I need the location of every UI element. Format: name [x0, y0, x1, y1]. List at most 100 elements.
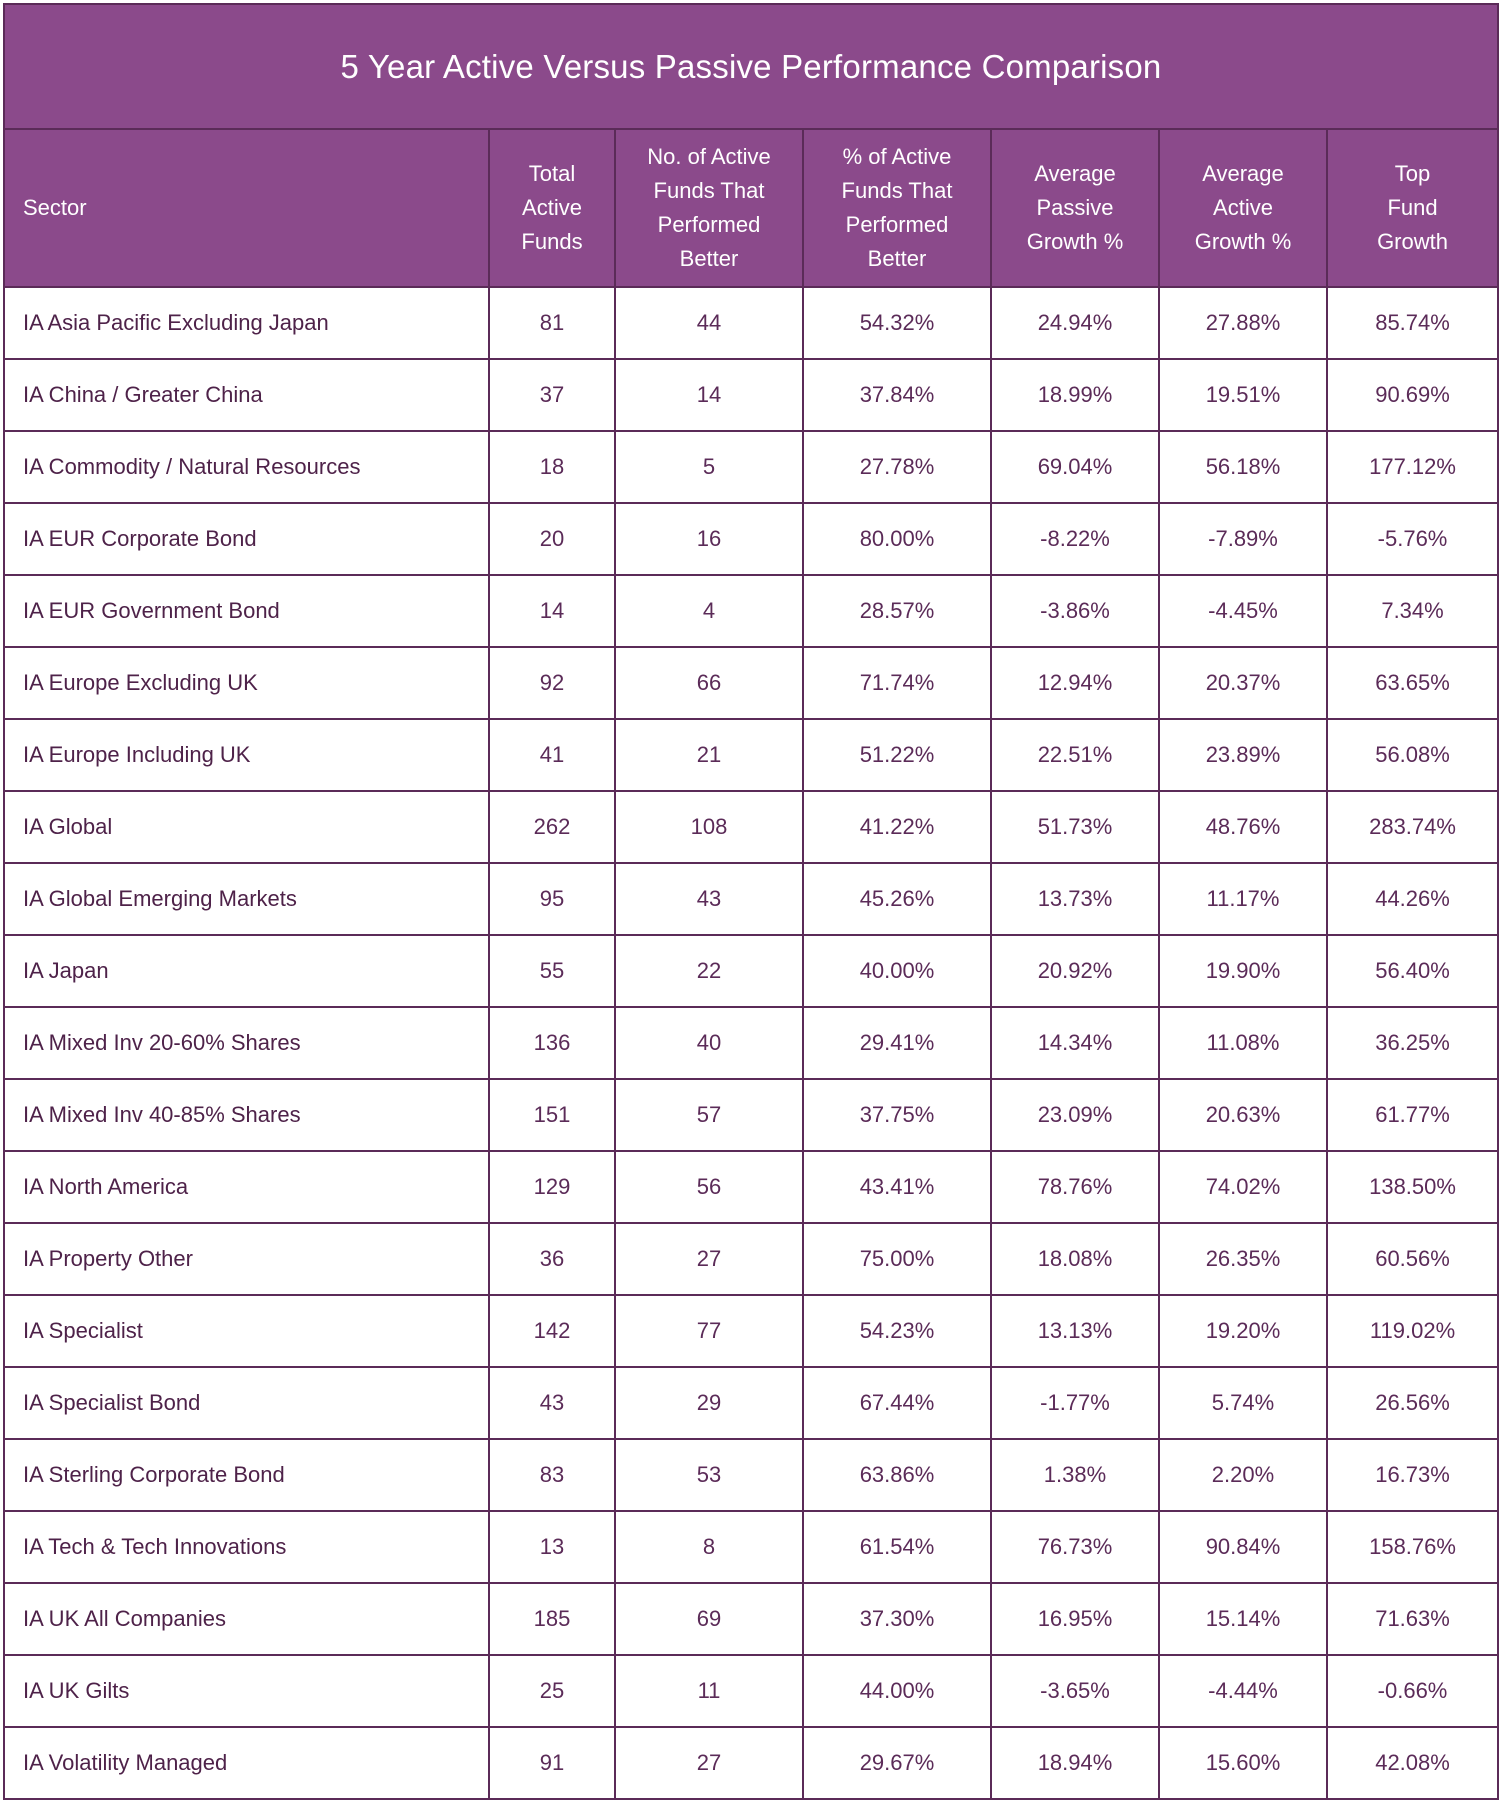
cell-pct-active-funds-better: 27.78%	[802, 430, 992, 504]
cell-total-active-funds: 13	[488, 1510, 616, 1584]
cell-avg-passive-growth: 18.94%	[990, 1726, 1160, 1800]
cell-total-active-funds: 25	[488, 1654, 616, 1728]
cell-no-active-funds-better: 4	[614, 574, 804, 648]
cell-sector: IA North America	[3, 1150, 490, 1224]
cell-avg-active-growth: 11.17%	[1158, 862, 1328, 936]
cell-avg-active-growth: 15.14%	[1158, 1582, 1328, 1656]
cell-no-active-funds-better: 22	[614, 934, 804, 1008]
cell-pct-active-funds-better: 41.22%	[802, 790, 992, 864]
cell-pct-active-funds-better: 40.00%	[802, 934, 992, 1008]
cell-top-fund-growth: 7.34%	[1325, 574, 1500, 648]
cell-pct-active-funds-better: 63.86%	[802, 1438, 992, 1512]
cell-pct-active-funds-better: 54.32%	[802, 286, 992, 360]
cell-pct-active-funds-better: 67.44%	[802, 1366, 992, 1440]
cell-sector: IA Global	[3, 790, 490, 864]
cell-total-active-funds: 136	[488, 1006, 616, 1080]
table-row: IA UK Gilts 25 11 44.00% -3.65% -4.44% -0.66%	[3, 1654, 1500, 1728]
cell-top-fund-growth: -0.66%	[1325, 1654, 1500, 1728]
cell-total-active-funds: 91	[488, 1726, 616, 1800]
cell-total-active-funds: 92	[488, 646, 616, 720]
cell-top-fund-growth: 16.73%	[1325, 1438, 1500, 1512]
cell-sector: IA Property Other	[3, 1222, 490, 1296]
cell-sector: IA Mixed Inv 40-85% Shares	[3, 1078, 490, 1152]
cell-avg-active-growth: 5.74%	[1158, 1366, 1328, 1440]
cell-no-active-funds-better: 5	[614, 430, 804, 504]
cell-no-active-funds-better: 69	[614, 1582, 804, 1656]
cell-total-active-funds: 14	[488, 574, 616, 648]
cell-sector: IA Tech & Tech Innovations	[3, 1510, 490, 1584]
cell-no-active-funds-better: 27	[614, 1222, 804, 1296]
column-header-line: Passive	[1036, 195, 1114, 220]
cell-avg-active-growth: 2.20%	[1158, 1438, 1328, 1512]
cell-avg-passive-growth: 51.73%	[990, 790, 1160, 864]
cell-top-fund-growth: 44.26%	[1325, 862, 1500, 936]
table-row: IA China / Greater China 37 14 37.84% 18.99%…	[3, 358, 1500, 432]
cell-avg-active-growth: 15.60%	[1158, 1726, 1328, 1800]
column-header-top-fund-growth: Top Fund Growth	[1325, 128, 1500, 288]
table-row: IA Europe Including UK 41 21 51.22% 22.51% 23…	[3, 718, 1500, 792]
cell-pct-active-funds-better: 43.41%	[802, 1150, 992, 1224]
column-header-line: % of Active	[842, 144, 952, 169]
cell-top-fund-growth: 56.08%	[1325, 718, 1500, 792]
table-row: IA Global Emerging Markets 95 43 45.26% 13.7…	[3, 862, 1500, 936]
cell-avg-passive-growth: 13.73%	[990, 862, 1160, 936]
cell-avg-passive-growth: 76.73%	[990, 1510, 1160, 1584]
cell-avg-active-growth: 19.20%	[1158, 1294, 1328, 1368]
cell-sector: IA Specialist Bond	[3, 1366, 490, 1440]
cell-sector: IA China / Greater China	[3, 358, 490, 432]
cell-pct-active-funds-better: 71.74%	[802, 646, 992, 720]
cell-total-active-funds: 262	[488, 790, 616, 864]
column-header-line: Active	[1213, 195, 1273, 220]
cell-pct-active-funds-better: 28.57%	[802, 574, 992, 648]
cell-total-active-funds: 83	[488, 1438, 616, 1512]
column-header-row: Sector Total Active Funds No. of Active Funds…	[3, 128, 1500, 288]
table-row: IA Asia Pacific Excluding Japan 81 44 54.32…	[3, 286, 1500, 360]
cell-avg-active-growth: 19.51%	[1158, 358, 1328, 432]
cell-avg-passive-growth: 14.34%	[990, 1006, 1160, 1080]
cell-total-active-funds: 43	[488, 1366, 616, 1440]
cell-top-fund-growth: 63.65%	[1325, 646, 1500, 720]
table-row: IA Mixed Inv 40-85% Shares 151 57 37.75% 23.…	[3, 1078, 1500, 1152]
performance-comparison-table: 5 Year Active Versus Passive Performance…	[2, 3, 1500, 1800]
cell-total-active-funds: 55	[488, 934, 616, 1008]
cell-sector: IA EUR Government Bond	[3, 574, 490, 648]
cell-top-fund-growth: 177.12%	[1325, 430, 1500, 504]
cell-avg-active-growth: 11.08%	[1158, 1006, 1328, 1080]
cell-top-fund-growth: 283.74%	[1325, 790, 1500, 864]
cell-avg-passive-growth: -3.65%	[990, 1654, 1160, 1728]
cell-no-active-funds-better: 21	[614, 718, 804, 792]
cell-total-active-funds: 185	[488, 1582, 616, 1656]
table-body: IA Asia Pacific Excluding Japan 81 44 54.32…	[3, 286, 1500, 1800]
cell-sector: IA Europe Excluding UK	[3, 646, 490, 720]
column-header-line: Better	[679, 246, 739, 271]
column-header-line: Better	[867, 246, 927, 271]
table-row: IA UK All Companies 185 69 37.30% 16.95% 15.1…	[3, 1582, 1500, 1656]
column-header-line: Funds That	[841, 178, 953, 203]
table-row: IA Specialist 142 77 54.23% 13.13% 19.20% 119.…	[3, 1294, 1500, 1368]
cell-no-active-funds-better: 40	[614, 1006, 804, 1080]
column-header-line: Performed	[657, 212, 761, 237]
cell-avg-passive-growth: -1.77%	[990, 1366, 1160, 1440]
cell-avg-active-growth: 27.88%	[1158, 286, 1328, 360]
cell-no-active-funds-better: 108	[614, 790, 804, 864]
cell-top-fund-growth: 119.02%	[1325, 1294, 1500, 1368]
cell-avg-passive-growth: 78.76%	[990, 1150, 1160, 1224]
cell-total-active-funds: 142	[488, 1294, 616, 1368]
cell-avg-active-growth: 74.02%	[1158, 1150, 1328, 1224]
cell-no-active-funds-better: 16	[614, 502, 804, 576]
cell-pct-active-funds-better: 80.00%	[802, 502, 992, 576]
cell-avg-passive-growth: -3.86%	[990, 574, 1160, 648]
column-header-avg-passive-growth: Average Passive Growth %	[990, 128, 1160, 288]
cell-sector: IA Commodity / Natural Resources	[3, 430, 490, 504]
cell-top-fund-growth: 42.08%	[1325, 1726, 1500, 1800]
cell-total-active-funds: 41	[488, 718, 616, 792]
cell-no-active-funds-better: 56	[614, 1150, 804, 1224]
table-row: IA Europe Excluding UK 92 66 71.74% 12.94% 20…	[3, 646, 1500, 720]
column-header-line: Active	[522, 195, 582, 220]
cell-top-fund-growth: 36.25%	[1325, 1006, 1500, 1080]
column-header-line: Growth %	[1026, 229, 1124, 254]
cell-avg-passive-growth: 23.09%	[990, 1078, 1160, 1152]
table-title-row: 5 Year Active Versus Passive Performance…	[2, 3, 1500, 130]
cell-sector: IA Mixed Inv 20-60% Shares	[3, 1006, 490, 1080]
column-header-line: No. of Active	[647, 144, 771, 169]
